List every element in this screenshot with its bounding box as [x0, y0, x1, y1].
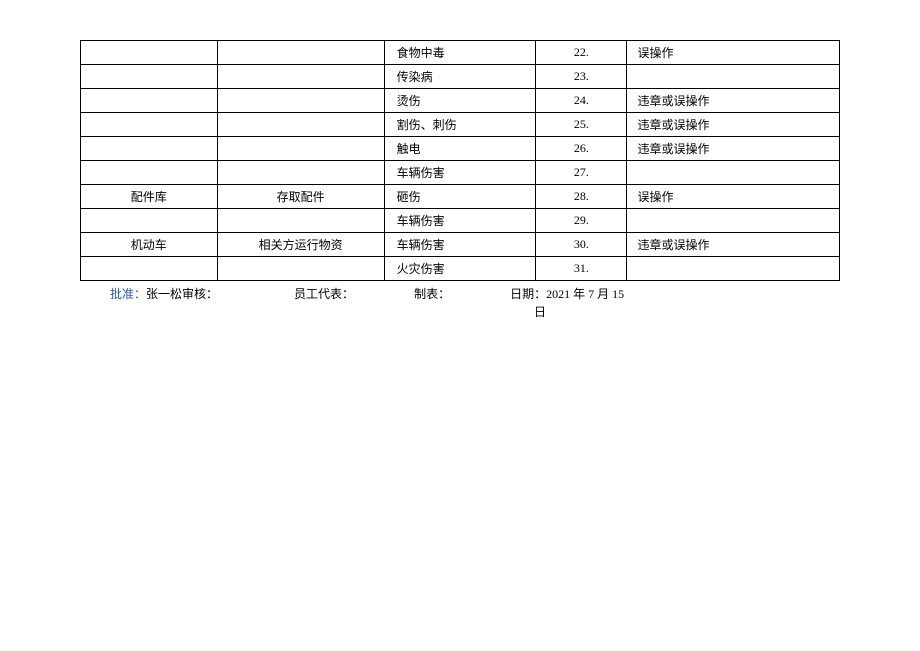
table-row: 食物中毒 22. 误操作: [81, 41, 840, 65]
cell-index: 22.: [536, 41, 627, 65]
cell-cause: [627, 209, 840, 233]
table-row: 触电 26. 违章或误操作: [81, 137, 840, 161]
cell-index: 29.: [536, 209, 627, 233]
cell-cause: [627, 65, 840, 89]
cell-hazard: 传染病: [384, 65, 536, 89]
rep-label: 员工代表：: [294, 285, 354, 303]
cell-activity: 相关方运行物资: [217, 233, 384, 257]
cell-location: [81, 89, 218, 113]
cell-hazard: 烫伤: [384, 89, 536, 113]
cell-activity: [217, 161, 384, 185]
cell-location: [81, 161, 218, 185]
cell-hazard: 割伤、刺伤: [384, 113, 536, 137]
cell-activity: [217, 113, 384, 137]
cell-activity: [217, 257, 384, 281]
cell-activity: [217, 209, 384, 233]
cell-index: 30.: [536, 233, 627, 257]
cell-index: 23.: [536, 65, 627, 89]
cell-activity: 存取配件: [217, 185, 384, 209]
cell-activity: [217, 137, 384, 161]
cell-location: [81, 65, 218, 89]
cell-location: [81, 209, 218, 233]
cell-index: 24.: [536, 89, 627, 113]
cell-hazard: 砸伤: [384, 185, 536, 209]
signature-footer: 批准：张一松 审核： 员工代表： 制表： 日期：2021 年 7 月 15 日: [80, 285, 840, 321]
audit-label: 审核：: [182, 285, 218, 303]
cell-cause: 违章或误操作: [627, 89, 840, 113]
cell-index: 26.: [536, 137, 627, 161]
cell-location: [81, 257, 218, 281]
approve-label: 批准：: [110, 287, 146, 301]
cell-hazard: 食物中毒: [384, 41, 536, 65]
cell-cause: 违章或误操作: [627, 113, 840, 137]
cell-cause: [627, 257, 840, 281]
cell-location: [81, 41, 218, 65]
cell-cause: 违章或误操作: [627, 137, 840, 161]
cell-index: 28.: [536, 185, 627, 209]
cell-hazard: 触电: [384, 137, 536, 161]
table-row: 传染病 23.: [81, 65, 840, 89]
date-day: 日: [110, 303, 840, 321]
cell-cause: 误操作: [627, 185, 840, 209]
cell-activity: [217, 65, 384, 89]
cell-hazard: 车辆伤害: [384, 233, 536, 257]
table-row: 割伤、刺伤 25. 违章或误操作: [81, 113, 840, 137]
cell-cause: 误操作: [627, 41, 840, 65]
cell-hazard: 车辆伤害: [384, 161, 536, 185]
cell-cause: 违章或误操作: [627, 233, 840, 257]
date-value: 2021 年 7 月 15: [546, 287, 624, 301]
cell-location: [81, 137, 218, 161]
table-row: 车辆伤害 27.: [81, 161, 840, 185]
date-label: 日期：: [510, 287, 546, 301]
table-row: 配件库 存取配件 砸伤 28. 误操作: [81, 185, 840, 209]
cell-location: 配件库: [81, 185, 218, 209]
cell-activity: [217, 41, 384, 65]
cell-hazard: 车辆伤害: [384, 209, 536, 233]
cell-index: 25.: [536, 113, 627, 137]
approve-value: 张一松: [146, 287, 182, 301]
cell-hazard: 火灾伤害: [384, 257, 536, 281]
cell-activity: [217, 89, 384, 113]
cell-index: 31.: [536, 257, 627, 281]
maker-label: 制表：: [414, 285, 450, 303]
table-row: 车辆伤害 29.: [81, 209, 840, 233]
hazard-table: 食物中毒 22. 误操作 传染病 23. 烫伤 24. 违章或误操作 割伤、刺伤…: [80, 40, 840, 281]
table-row: 火灾伤害 31.: [81, 257, 840, 281]
cell-cause: [627, 161, 840, 185]
table-row: 机动车 相关方运行物资 车辆伤害 30. 违章或误操作: [81, 233, 840, 257]
table-row: 烫伤 24. 违章或误操作: [81, 89, 840, 113]
cell-location: [81, 113, 218, 137]
cell-location: 机动车: [81, 233, 218, 257]
cell-index: 27.: [536, 161, 627, 185]
